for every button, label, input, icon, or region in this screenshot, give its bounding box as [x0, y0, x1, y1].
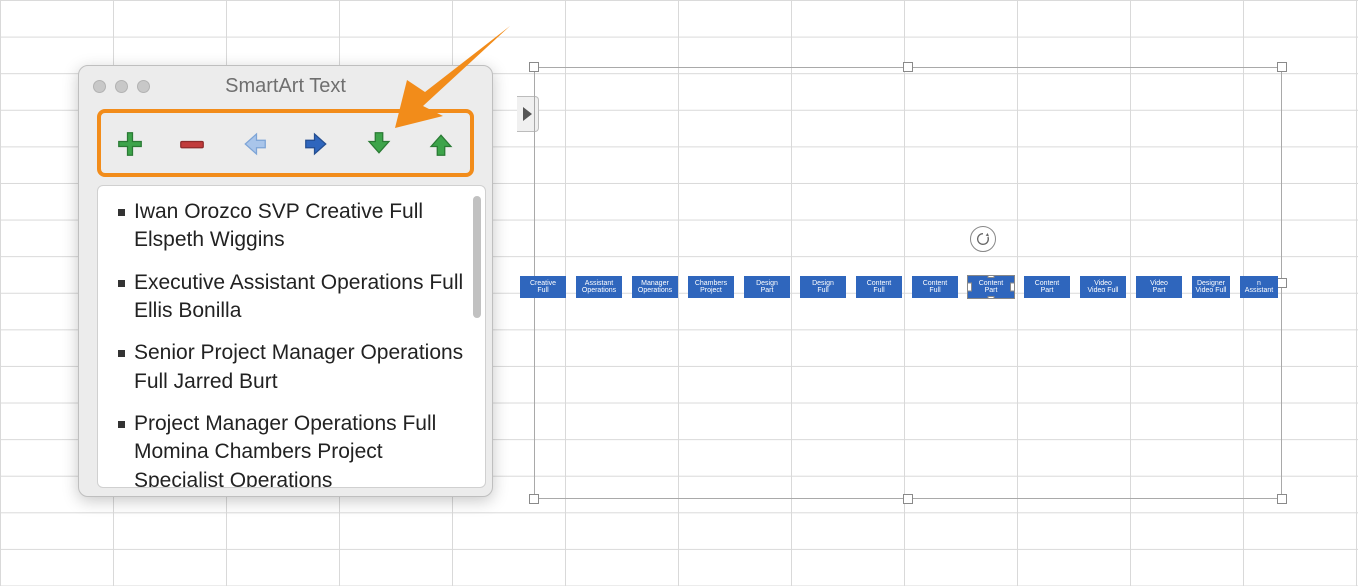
rotate-icon	[975, 231, 991, 247]
resize-handle-sw[interactable]	[529, 494, 539, 504]
resize-handle-se[interactable]	[1277, 494, 1287, 504]
node-line1: Video	[1081, 280, 1125, 287]
node-line1: Creative	[521, 280, 565, 287]
smartart-canvas[interactable]: CreativeFullAssistantOperationsManagerOp…	[534, 67, 1282, 499]
node-line1: Design	[745, 280, 789, 287]
node-line1: Content	[969, 280, 1013, 287]
smartart-node[interactable]: VideoVideo Full	[1080, 276, 1126, 298]
node-line2: Video Full	[1081, 287, 1125, 294]
smartart-node[interactable]: VideoPart	[1136, 276, 1182, 298]
node-line1: Video	[1137, 280, 1181, 287]
close-window-button[interactable]	[93, 80, 106, 93]
resize-handle-e[interactable]	[1277, 278, 1287, 288]
smartart-node[interactable]: ChambersProject	[688, 276, 734, 298]
plus-icon	[115, 129, 145, 159]
node-line2: Part	[745, 287, 789, 294]
smartart-node[interactable]: nAssistant	[1240, 276, 1278, 298]
smartart-node[interactable]: DesignFull	[800, 276, 846, 298]
move-up-button[interactable]	[422, 125, 460, 163]
smartart-text-panel: SmartArt Text	[78, 65, 493, 497]
smartart-node[interactable]: DesignPart	[744, 276, 790, 298]
remove-shape-button[interactable]	[173, 125, 211, 163]
list-item[interactable]: Senior Project Manager Operations Full J…	[118, 339, 467, 396]
smartart-node[interactable]: ContentPart	[1024, 276, 1070, 298]
node-line2: Part	[969, 287, 1013, 294]
node-line1: Manager	[633, 280, 677, 287]
node-line2: Operations	[633, 287, 677, 294]
promote-button[interactable]	[235, 125, 273, 163]
resize-handle-nw[interactable]	[529, 62, 539, 72]
resize-handle-ne[interactable]	[1277, 62, 1287, 72]
resize-handle-n[interactable]	[903, 62, 913, 72]
minimize-window-button[interactable]	[115, 80, 128, 93]
toolbar-highlight-box	[97, 109, 474, 177]
node-line1: Content	[1025, 280, 1069, 287]
chevron-right-icon	[523, 107, 532, 121]
arrow-down-icon	[364, 129, 394, 159]
arrow-right-icon	[302, 129, 332, 159]
arrow-up-icon	[426, 129, 456, 159]
smartart-node-row: CreativeFullAssistantOperationsManagerOp…	[520, 276, 1278, 298]
panel-titlebar[interactable]: SmartArt Text	[79, 66, 492, 106]
node-line1: Designer	[1193, 280, 1229, 287]
arrow-left-icon	[239, 129, 269, 159]
node-line2: Project	[689, 287, 733, 294]
list-item[interactable]: Iwan Orozco SVP Creative Full Elspeth Wi…	[118, 198, 467, 255]
minus-icon	[177, 129, 207, 159]
node-line1: n	[1241, 280, 1277, 287]
node-line2: Full	[521, 287, 565, 294]
node-line2: Full	[801, 287, 845, 294]
node-line2: Assistant	[1241, 287, 1277, 294]
zoom-window-button[interactable]	[137, 80, 150, 93]
node-line2: Operations	[577, 287, 621, 294]
node-line2: Full	[913, 287, 957, 294]
node-line1: Assistant	[577, 280, 621, 287]
move-down-button[interactable]	[360, 125, 398, 163]
node-line2: Part	[1137, 287, 1181, 294]
node-line2: Part	[1025, 287, 1069, 294]
add-shape-button[interactable]	[111, 125, 149, 163]
smartart-node[interactable]: AssistantOperations	[576, 276, 622, 298]
node-line1: Chambers	[689, 280, 733, 287]
smartart-node[interactable]: DesignerVideo Full	[1192, 276, 1230, 298]
smartart-node[interactable]: ContentFull	[912, 276, 958, 298]
rotate-handle[interactable]	[970, 226, 996, 252]
node-line2: Video Full	[1193, 287, 1229, 294]
smartart-node[interactable]: ManagerOperations	[632, 276, 678, 298]
list-item[interactable]: Executive Assistant Operations Full Elli…	[118, 269, 467, 326]
scrollbar-thumb[interactable]	[473, 196, 481, 318]
smartart-node[interactable]: ContentPart	[968, 276, 1014, 298]
window-controls	[93, 80, 150, 93]
text-list: Iwan Orozco SVP Creative Full Elspeth Wi…	[118, 198, 467, 488]
node-line1: Content	[913, 280, 957, 287]
node-line1: Design	[801, 280, 845, 287]
demote-button[interactable]	[298, 125, 336, 163]
smartart-node[interactable]: ContentFull	[856, 276, 902, 298]
node-line1: Content	[857, 280, 901, 287]
smartart-node[interactable]: CreativeFull	[520, 276, 566, 298]
list-item[interactable]: Project Manager Operations Full Momina C…	[118, 410, 467, 488]
smartart-toolbar	[111, 119, 460, 169]
node-line2: Full	[857, 287, 901, 294]
resize-handle-s[interactable]	[903, 494, 913, 504]
text-list-area[interactable]: Iwan Orozco SVP Creative Full Elspeth Wi…	[97, 185, 486, 488]
